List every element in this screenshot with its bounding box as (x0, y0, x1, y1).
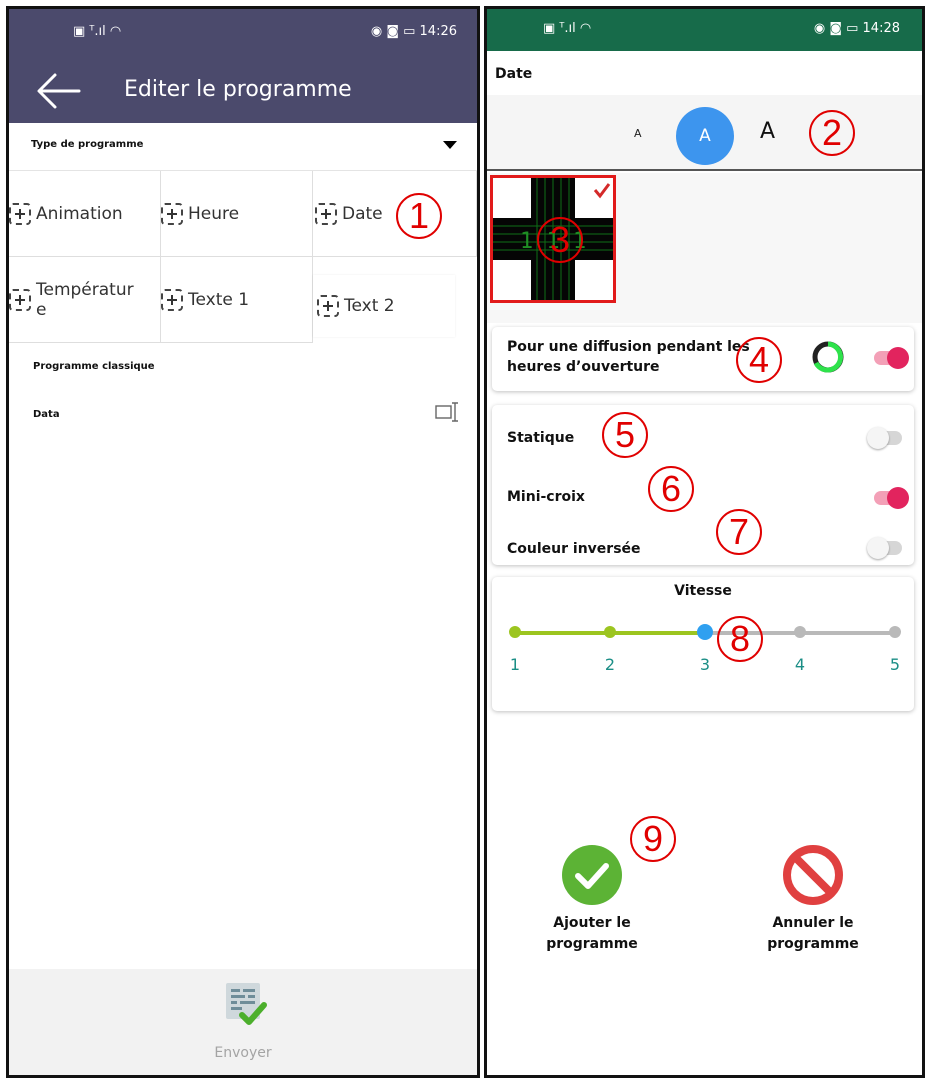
add-program-label-line: programme (546, 936, 638, 952)
speed-slider-thumb[interactable] (697, 624, 713, 640)
opening-hours-toggle[interactable] (874, 347, 909, 369)
callout-7: 7 (716, 509, 762, 555)
send-document-icon[interactable] (222, 981, 268, 1027)
font-size-selector: A A A (487, 95, 922, 171)
callout-5: 5 (602, 412, 648, 458)
speed-step-1[interactable] (509, 626, 521, 638)
program-type-heure[interactable]: Heure (161, 171, 313, 257)
callout-3: 3 (537, 217, 583, 263)
cancel-program-label-line: programme (767, 936, 859, 952)
program-type-label: Type de programme (31, 139, 144, 150)
add-program-button-label[interactable]: Ajouter le programme (517, 913, 667, 955)
program-type-label: Date (342, 203, 383, 224)
classic-program-section: Programme classique Data (9, 343, 477, 969)
app-bar: Editer le programme (9, 57, 477, 123)
speed-step-5[interactable] (889, 626, 901, 638)
toggle-knob (867, 537, 889, 559)
display-options-card: Statique Mini-croix Couleur inversée (492, 405, 914, 565)
dropdown-arrow-icon[interactable] (443, 141, 457, 149)
speed-tick-label: 1 (509, 655, 521, 674)
program-type-dropdown[interactable]: Type de programme (9, 123, 477, 171)
add-icon (315, 202, 337, 225)
progress-ring-icon (812, 341, 844, 373)
program-type-label: Températur e (36, 279, 134, 320)
callout-1: 1 (396, 193, 442, 239)
speed-step-4[interactable] (794, 626, 806, 638)
status-bar: ▣ ᵀ.ıl ◠ ◉ ◙ ▭ 14:26 (9, 9, 477, 57)
add-program-label-line: Ajouter le (553, 915, 631, 931)
callout-2: 2 (809, 110, 855, 156)
callout-6: 6 (648, 466, 694, 512)
program-type-label: Animation (36, 203, 123, 224)
left-screen: ▣ ᵀ.ıl ◠ ◉ ◙ ▭ 14:26 Editer le programme… (6, 6, 480, 1078)
toggle-knob (887, 487, 909, 509)
speed-card: Vitesse 1 2 3 4 5 (492, 577, 914, 711)
section-title: Programme classique (33, 361, 155, 372)
send-bar: Envoyer (9, 969, 477, 1075)
page-title: Date (495, 66, 533, 82)
status-icons-right: ◉ ◙ ▭ 14:28 (813, 21, 900, 36)
speed-step-2[interactable] (604, 626, 616, 638)
program-type-text-2[interactable]: Text 2 (313, 275, 455, 337)
callout-4: 4 (736, 337, 782, 383)
mini-cross-toggle[interactable] (874, 487, 909, 509)
program-type-label: Heure (188, 203, 240, 224)
program-type-temperature[interactable]: Températur e (9, 257, 161, 343)
inverted-color-toggle[interactable] (867, 537, 902, 559)
cancel-program-icon[interactable] (781, 843, 845, 907)
callout-8: 8 (717, 616, 763, 662)
opening-hours-card: Pour une diffusion pendant les heures d’… (492, 327, 914, 391)
add-program-check-icon[interactable] (560, 843, 624, 907)
status-icons-right: ◉ ◙ ▭ 14:26 (370, 24, 457, 39)
add-icon (317, 295, 339, 317)
font-size-large[interactable]: A (760, 119, 775, 144)
add-icon (9, 288, 31, 311)
cancel-program-label-line: Annuler le (772, 915, 854, 931)
status-icons-left: ▣ ᵀ.ıl ◠ (543, 21, 592, 36)
speed-tick-label: 2 (604, 655, 616, 674)
add-icon (9, 202, 31, 225)
speed-title: Vitesse (674, 583, 732, 599)
page-title: Editer le programme (124, 77, 352, 102)
program-type-date[interactable]: Date (313, 171, 477, 257)
back-arrow-icon[interactable] (35, 71, 81, 111)
speed-tick-label: 3 (699, 655, 711, 674)
add-icon (161, 288, 183, 311)
option-inverted-color-label: Couleur inversée (507, 541, 641, 557)
send-button-label[interactable]: Envoyer (9, 1045, 477, 1061)
static-toggle[interactable] (867, 427, 902, 449)
option-mini-cross-label: Mini-croix (507, 489, 585, 505)
speed-tick-label: 5 (889, 655, 901, 674)
font-size-medium-selected[interactable]: A (676, 107, 734, 165)
toggle-knob (887, 347, 909, 369)
program-type-texte-1[interactable]: Texte 1 (161, 257, 313, 343)
font-size-small[interactable]: A (634, 127, 642, 140)
program-type-animation[interactable]: Animation (9, 171, 161, 257)
opening-hours-label: Pour une diffusion pendant les heures d’… (507, 339, 750, 375)
program-type-label: Text 2 (344, 296, 395, 316)
option-static-label: Statique (507, 430, 575, 446)
edit-icon[interactable] (435, 401, 461, 423)
callout-9: 9 (630, 816, 676, 862)
program-type-label: Texte 1 (188, 289, 250, 310)
speed-tick-label: 4 (794, 655, 806, 674)
status-bar: ▣ ᵀ.ıl ◠ ◉ ◙ ▭ 14:28 (487, 9, 922, 51)
data-item-label: Data (33, 409, 60, 420)
status-icons-left: ▣ ᵀ.ıl ◠ (73, 24, 122, 39)
right-screen: ▣ ᵀ.ıl ◠ ◉ ◙ ▭ 14:28 Date A A A 1 1 1 Po… (484, 6, 925, 1078)
add-icon (161, 202, 183, 225)
cancel-program-button-label[interactable]: Annuler le programme (738, 913, 888, 955)
toggle-knob (867, 427, 889, 449)
